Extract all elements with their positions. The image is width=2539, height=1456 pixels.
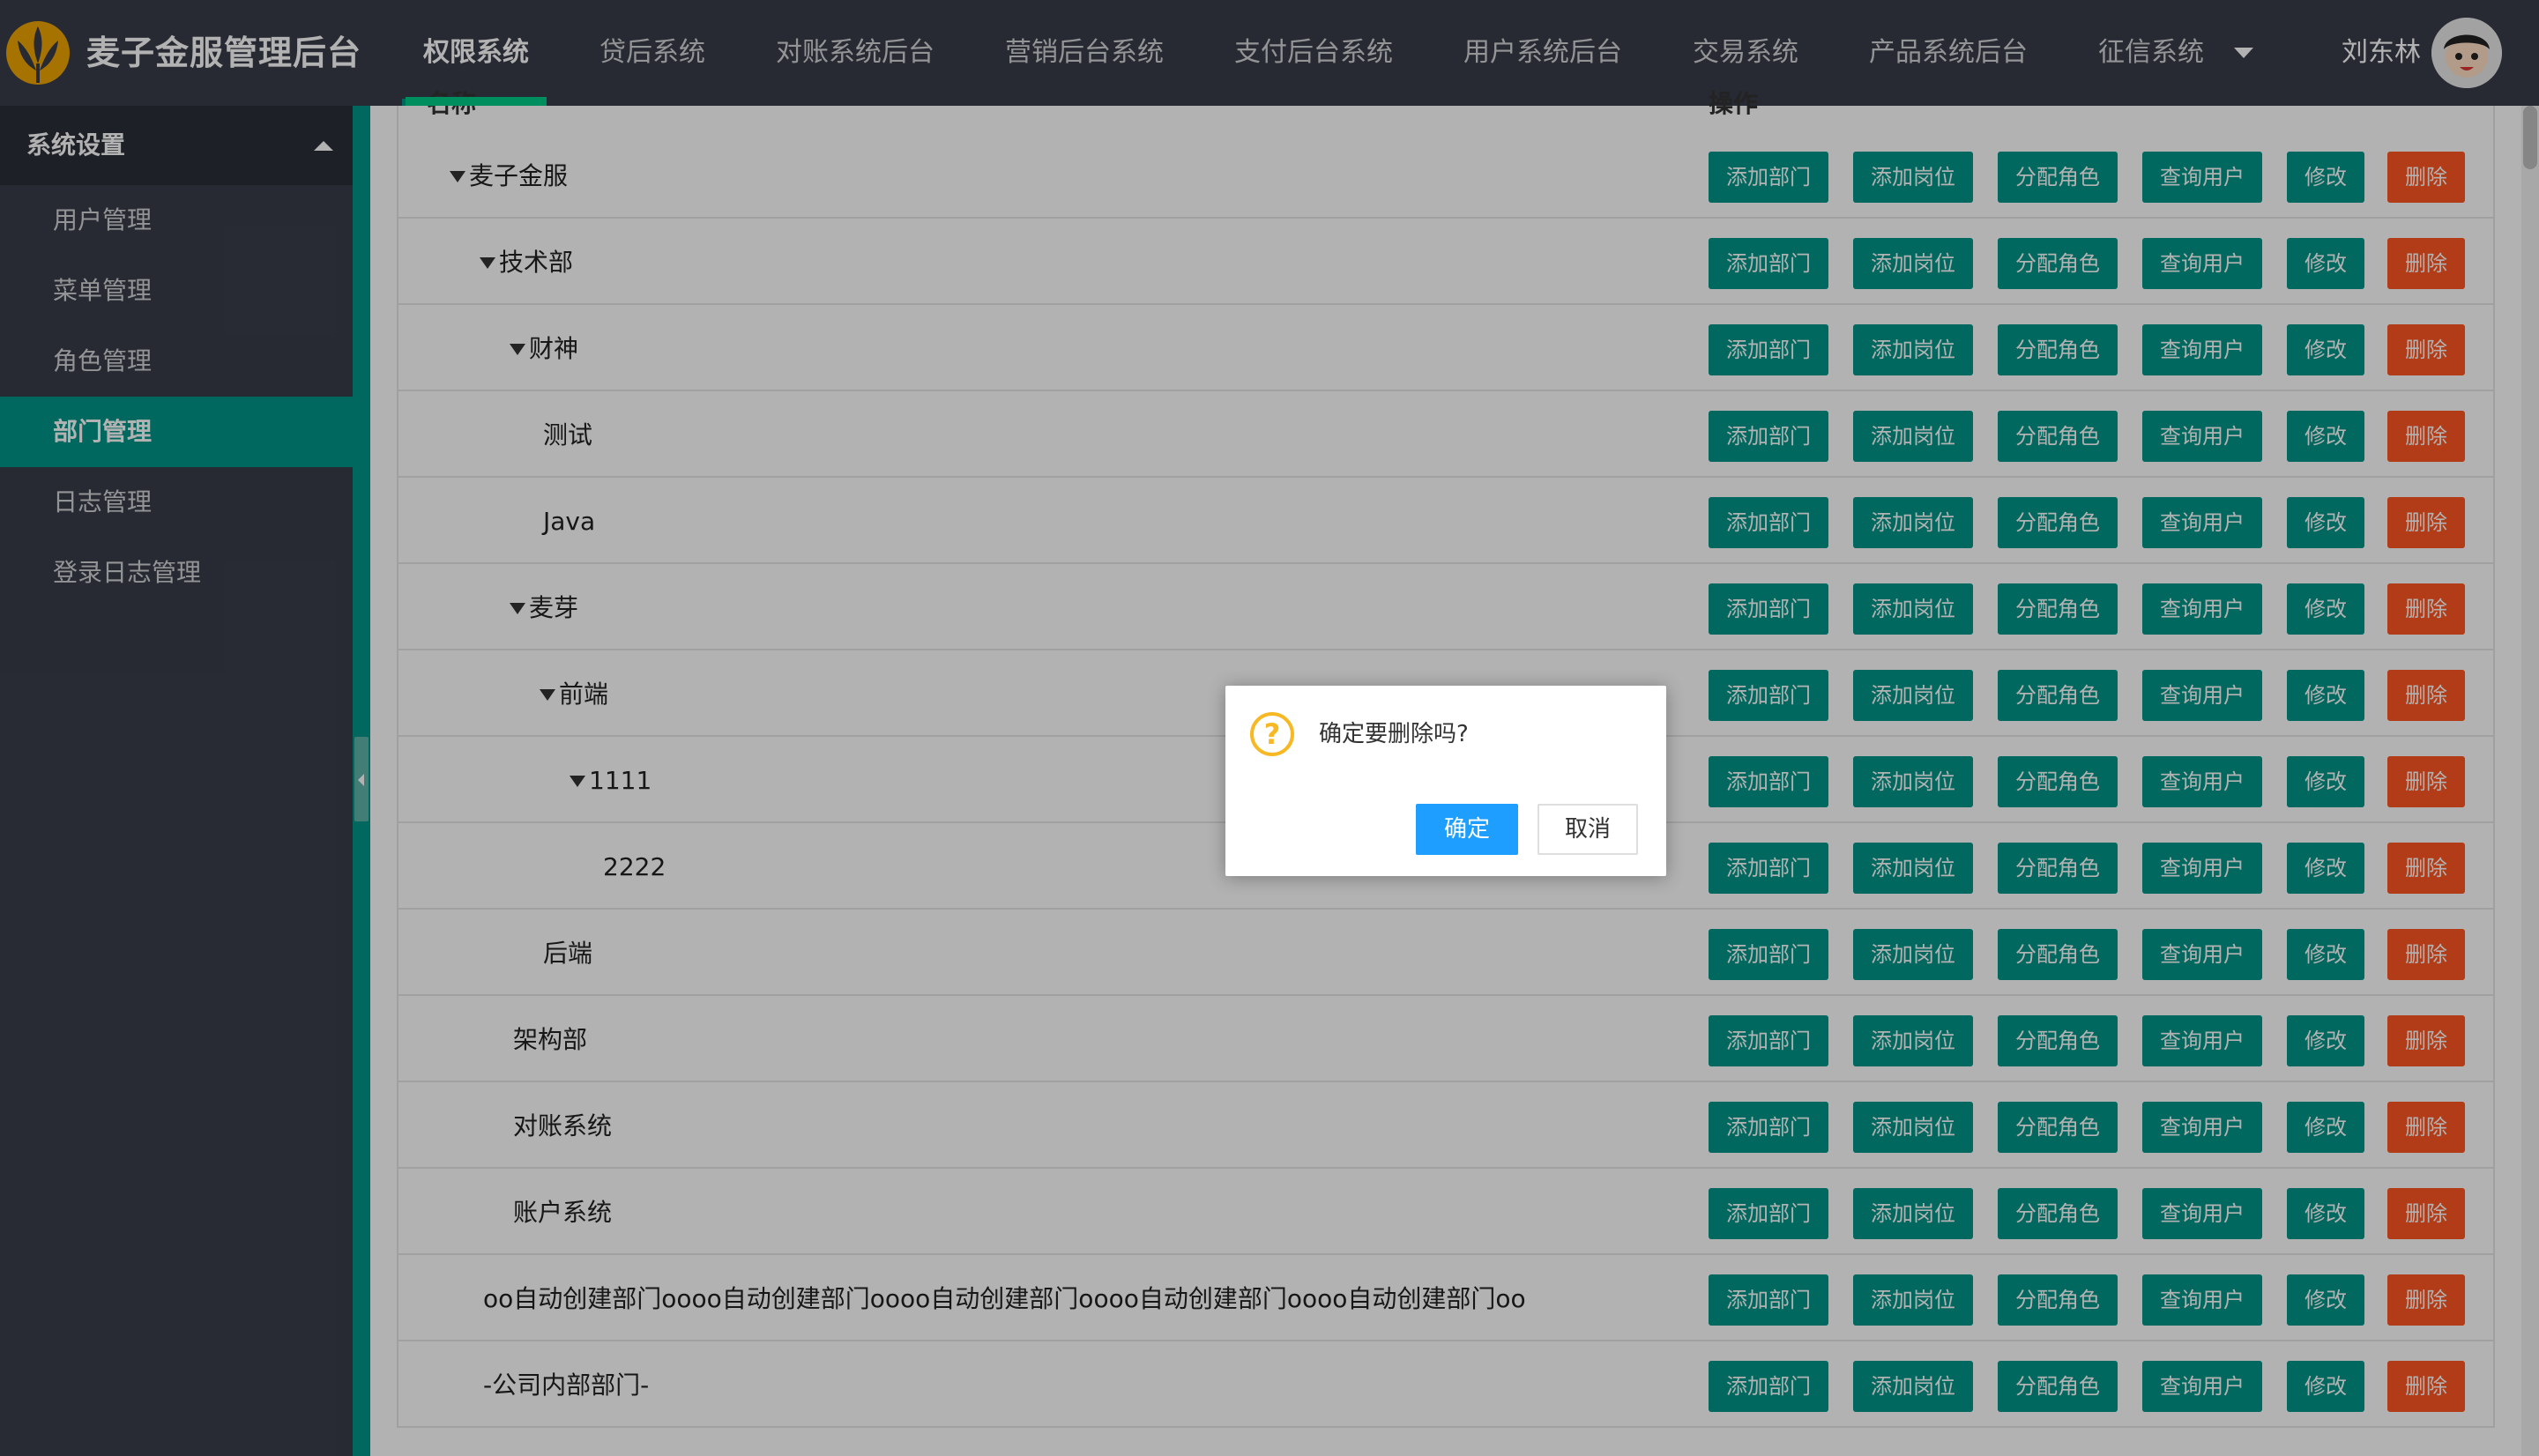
question-icon: ? — [1250, 712, 1294, 756]
confirm-button[interactable]: 确定 — [1416, 804, 1518, 855]
cancel-button[interactable]: 取消 — [1538, 804, 1638, 855]
dialog-message: 确定要删除吗? — [1319, 721, 1469, 747]
confirm-delete-dialog: ? 确定要删除吗? 确定 取消 — [1225, 686, 1666, 876]
